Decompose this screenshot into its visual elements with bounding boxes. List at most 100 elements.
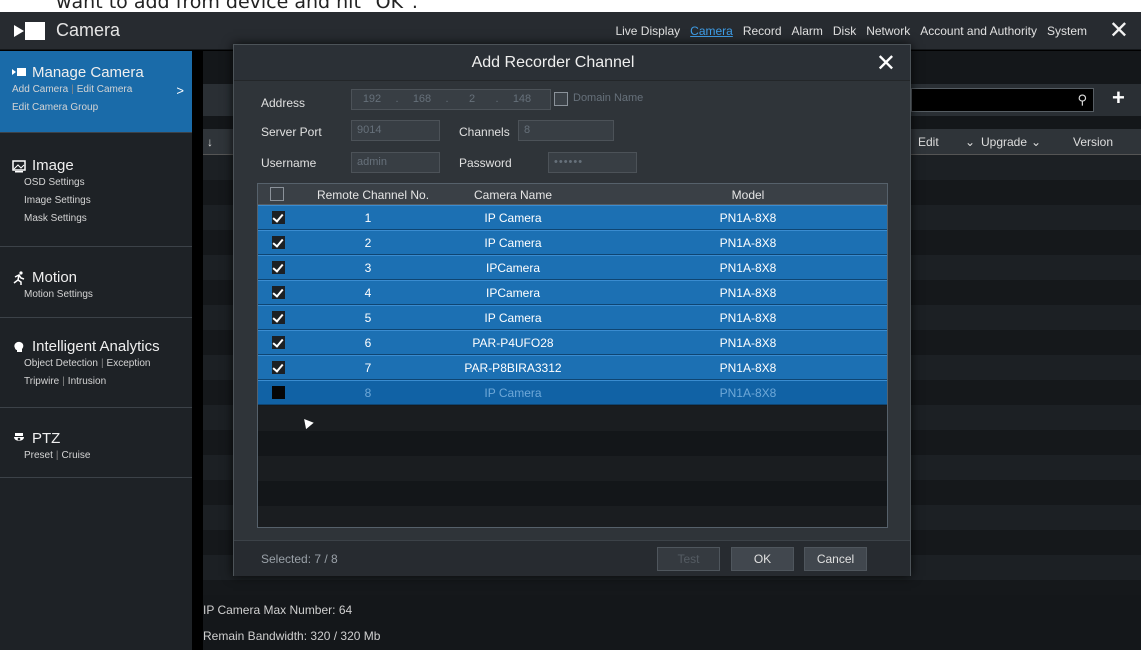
- ip-octet-3[interactable]: 2: [452, 90, 492, 109]
- sidebar-link-mask-settings[interactable]: Mask Settings: [24, 210, 192, 228]
- nav-record[interactable]: Record: [743, 24, 782, 38]
- camera-model: PN1A-8X8: [719, 311, 777, 325]
- camera-model: PN1A-8X8: [719, 286, 777, 300]
- running-person-icon: [12, 270, 26, 285]
- row-checkbox[interactable]: [272, 211, 285, 224]
- channel-row[interactable]: 6 PAR-P4UFO28 PN1A-8X8: [258, 330, 887, 355]
- sidebar: Manage Camera Add Camera | Edit Camera Edi…: [0, 51, 192, 650]
- sidebar-link-edit-camera-group[interactable]: Edit Camera Group: [12, 102, 98, 113]
- ip-octet-4[interactable]: 148: [502, 90, 542, 109]
- password-label: Password: [459, 156, 512, 170]
- row-checkbox[interactable]: [272, 311, 285, 324]
- channel-row[interactable]: 1 IP Camera PN1A-8X8: [258, 205, 887, 230]
- sidebar-section-ptz[interactable]: PTZ Preset | Cruise: [0, 408, 192, 478]
- address-label: Address: [261, 96, 306, 110]
- chevron-right-icon: >: [176, 83, 184, 98]
- ip-octet-1[interactable]: 192: [352, 90, 392, 109]
- header-model: Model: [731, 188, 765, 202]
- channel-number: 8: [364, 386, 372, 400]
- sort-down-icon[interactable]: ↓: [207, 135, 213, 149]
- sidebar-link-exception[interactable]: Exception: [107, 358, 151, 369]
- camera-name: PAR-P4UFO28: [472, 336, 554, 350]
- ip-octet-2[interactable]: 168: [402, 90, 442, 109]
- sidebar-link-image-settings[interactable]: Image Settings: [24, 192, 192, 210]
- test-button[interactable]: Test: [657, 547, 720, 571]
- header-remote-channel: Remote Channel No.: [316, 188, 430, 202]
- username-field[interactable]: admin: [351, 152, 440, 173]
- dialog-footer: Selected: 7 / 8 Test OK Cancel: [234, 540, 910, 576]
- camera-model: PN1A-8X8: [719, 386, 777, 400]
- bandwidth-text: Remain Bandwidth: 320 / 320 Mb: [203, 629, 381, 643]
- sidebar-section-image[interactable]: Image OSD Settings Image Settings Mask S…: [0, 133, 192, 247]
- channel-row[interactable]: 2 IP Camera PN1A-8X8: [258, 230, 887, 255]
- password-field[interactable]: ••••••: [548, 152, 637, 173]
- ip-address-field[interactable]: 192 . 168 . 2 . 148: [351, 89, 551, 110]
- nav-system[interactable]: System: [1047, 24, 1087, 38]
- channel-row[interactable]: 8 IP Camera PN1A-8X8: [258, 380, 887, 405]
- sidebar-section-manage-camera[interactable]: Manage Camera Add Camera | Edit Camera Edi…: [0, 51, 192, 133]
- nav-account-authority[interactable]: Account and Authority: [920, 24, 1037, 38]
- add-icon[interactable]: +: [1112, 85, 1125, 111]
- sidebar-link-tripwire[interactable]: Tripwire: [24, 376, 59, 387]
- camera-model: PN1A-8X8: [719, 261, 777, 275]
- channel-number: 7: [364, 361, 372, 375]
- cancel-button[interactable]: Cancel: [804, 547, 867, 571]
- row-checkbox[interactable]: [272, 336, 285, 349]
- channel-row[interactable]: 7 PAR-P8BIRA3312 PN1A-8X8: [258, 355, 887, 380]
- sidebar-link-object-detection[interactable]: Object Detection: [24, 358, 98, 369]
- channel-row[interactable]: 4 IPCamera PN1A-8X8: [258, 280, 887, 305]
- sidebar-link-add-camera[interactable]: Add Camera: [12, 84, 68, 95]
- chevron-down-icon[interactable]: ⌄: [1031, 135, 1041, 149]
- image-icon: [12, 159, 26, 173]
- channel-row[interactable]: 5 IP Camera PN1A-8X8: [258, 305, 887, 330]
- nav-camera[interactable]: Camera: [690, 24, 733, 38]
- sidebar-link-preset[interactable]: Preset: [24, 450, 53, 461]
- col-upgrade[interactable]: Upgrade: [981, 135, 1027, 149]
- channel-table-header: Remote Channel No. Camera Name Model: [258, 184, 887, 205]
- chevron-down-icon[interactable]: ⌄: [965, 135, 975, 149]
- sidebar-link-cruise[interactable]: Cruise: [62, 450, 91, 461]
- search-input[interactable]: ⚲: [911, 88, 1094, 112]
- domain-name-checkbox[interactable]: [554, 92, 568, 106]
- nav-live-display[interactable]: Live Display: [615, 24, 680, 38]
- sidebar-link-edit-camera[interactable]: Edit Camera: [77, 84, 133, 95]
- search-icon[interactable]: ⚲: [1077, 92, 1087, 108]
- channels-label: Channels: [459, 125, 510, 139]
- camera-name: IPCamera: [485, 286, 541, 300]
- ok-button[interactable]: OK: [731, 547, 794, 571]
- sidebar-section-motion[interactable]: Motion Motion Settings: [0, 247, 192, 318]
- sidebar-link-motion-settings[interactable]: Motion Settings: [24, 286, 192, 304]
- camera-name: PAR-P8BIRA3312: [464, 361, 562, 375]
- close-icon[interactable]: ✕: [1109, 16, 1129, 45]
- dialog-title: Add Recorder Channel: [471, 54, 635, 71]
- camera-model: PN1A-8X8: [719, 236, 777, 250]
- close-icon[interactable]: ✕: [876, 49, 896, 78]
- row-checkbox[interactable]: [272, 286, 285, 299]
- row-checkbox[interactable]: [272, 386, 285, 399]
- row-checkbox[interactable]: [272, 361, 285, 374]
- camera-model: PN1A-8X8: [719, 211, 777, 225]
- channel-number: 5: [364, 311, 372, 325]
- nav-disk[interactable]: Disk: [833, 24, 856, 38]
- caption-text: want to add from device and hit "OK".: [56, 0, 418, 12]
- sidebar-title-image: Image: [32, 157, 74, 174]
- domain-name-label: Domain Name: [573, 92, 644, 104]
- server-port-field[interactable]: 9014: [351, 120, 440, 141]
- nav-network[interactable]: Network: [866, 24, 910, 38]
- row-checkbox[interactable]: [272, 236, 285, 249]
- sidebar-section-intelligent-analytics[interactable]: Intelligent Analytics Object Detection | E…: [0, 318, 192, 408]
- select-all-checkbox[interactable]: [270, 187, 284, 201]
- channel-row[interactable]: 3 IPCamera PN1A-8X8: [258, 255, 887, 280]
- nav-alarm[interactable]: Alarm: [792, 24, 823, 38]
- sidebar-link-osd-settings[interactable]: OSD Settings: [24, 174, 192, 192]
- camera-name: IP Camera: [484, 211, 542, 225]
- sidebar-link-intrusion[interactable]: Intrusion: [68, 376, 106, 387]
- dome-camera-icon: [12, 432, 26, 446]
- camera-summary: IP Camera Max Number: 64 Remain Bandwidt…: [203, 597, 380, 649]
- max-number-text: IP Camera Max Number: 64: [203, 603, 353, 617]
- row-checkbox[interactable]: [272, 261, 285, 274]
- camera-logo-icon: [14, 21, 48, 41]
- selected-count: Selected: 7 / 8: [261, 552, 338, 566]
- app-title: Camera: [56, 20, 121, 40]
- channel-table: Remote Channel No. Camera Name Model 1 I…: [257, 183, 888, 528]
